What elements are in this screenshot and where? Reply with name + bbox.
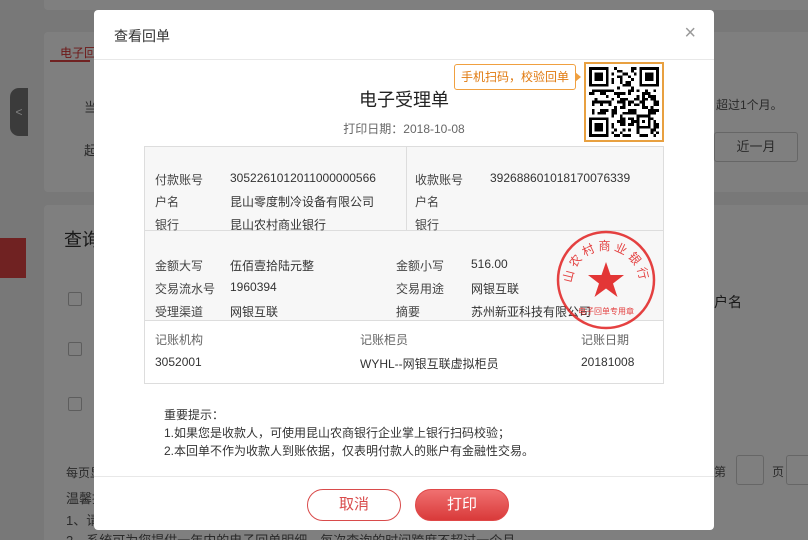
modal-footer: 取消 打印 xyxy=(94,476,714,530)
party-section: 付款账号 305226101201100000056​6 户名 昆山零度制冷设备… xyxy=(145,147,663,232)
qr-code-icon xyxy=(589,67,659,137)
channel: 网银互联 xyxy=(230,305,279,319)
notice-line2: 2.本回单不作为收款人到账依据，仅表明付款人的账户有金融性交易。 xyxy=(164,444,535,458)
booking-teller-label: 记账柜员 xyxy=(360,333,409,347)
payee-account: 392688601018170076339 xyxy=(490,171,631,185)
payee-account-label: 收款账号 xyxy=(415,173,464,187)
svg-text:电子回单专用章: 电子回单专用章 xyxy=(578,306,634,316)
purpose: 网银互联 xyxy=(471,282,520,296)
amount: 516.00 xyxy=(471,257,508,271)
amount-words-label: 金额大写 xyxy=(155,259,204,273)
payer-account-label: 付款账号 xyxy=(155,173,204,187)
bank-seal-stamp: 山农村商业银行 电子回单专用章 xyxy=(556,230,656,330)
payer-name: 昆山零度制冷设备有限公司 xyxy=(230,195,375,209)
summary-label: 摘要 xyxy=(396,305,421,319)
important-notice: 重要提示： 1.如果您是收款人，可使用昆山农商银行企业掌上银行扫码校验； 2.本… xyxy=(164,406,534,460)
notice-line1: 1.如果您是收款人，可使用昆山农商银行企业掌上银行扫码校验； xyxy=(164,426,511,440)
booking-org-label: 记账机构 xyxy=(155,333,204,347)
payer-name-label: 户名 xyxy=(155,195,180,209)
close-icon[interactable]: × xyxy=(684,22,696,44)
amount-label: 金额小写 xyxy=(396,259,445,273)
modal-header: 查看回单 × xyxy=(94,10,714,60)
booking-org: 3052001 xyxy=(155,355,202,369)
amount-words: 伍佰壹拾陆元整 xyxy=(230,259,315,273)
serial-number: 1960394 xyxy=(230,280,277,294)
qr-code xyxy=(584,62,664,142)
print-button[interactable]: 打印 xyxy=(415,489,509,521)
receipt-modal: 查看回单 × 电子受理单 打印日期：2018-10-08 手机扫码，校验回单 付… xyxy=(94,10,714,530)
booking-teller: WYHL--网银互联虚拟柜员 xyxy=(360,357,499,371)
channel-label: 受理渠道 xyxy=(155,305,204,319)
cancel-button[interactable]: 取消 xyxy=(307,489,401,521)
serial-label: 交易流水号 xyxy=(155,282,216,296)
party-divider xyxy=(406,147,407,231)
booking-date-label: 记账日期 xyxy=(581,333,630,347)
purpose-label: 交易用途 xyxy=(396,282,445,296)
notice-title: 重要提示： xyxy=(164,408,225,422)
payee-name-label: 户名 xyxy=(415,195,440,209)
booking-date: 20181008 xyxy=(581,355,635,369)
scan-tip-badge: 手机扫码，校验回单 xyxy=(454,64,582,90)
modal-title: 查看回单 xyxy=(114,28,170,44)
payer-account: 305226101201100000056​6 xyxy=(230,171,376,185)
